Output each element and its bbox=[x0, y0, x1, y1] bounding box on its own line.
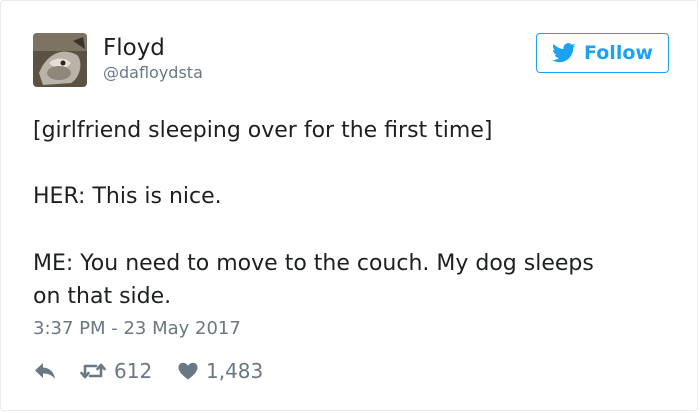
tweet-text-line: on that side. bbox=[33, 284, 172, 309]
tweet-card: Floyd @dafloydsta Follow [girlfriend sle… bbox=[0, 0, 698, 411]
follow-button-label: Follow bbox=[584, 42, 653, 64]
retweet-count: 612 bbox=[114, 359, 153, 383]
heart-icon bbox=[178, 362, 198, 380]
tweet-text-line: HER: This is nice. bbox=[33, 184, 222, 209]
twitter-bird-icon bbox=[552, 43, 576, 63]
like-button[interactable]: 1,483 bbox=[178, 357, 263, 385]
avatar[interactable] bbox=[33, 33, 87, 87]
retweet-button[interactable]: 612 bbox=[80, 357, 152, 385]
retweet-icon bbox=[80, 361, 106, 381]
reply-icon bbox=[34, 362, 56, 380]
display-name[interactable]: Floyd bbox=[103, 34, 165, 62]
follow-button[interactable]: Follow bbox=[536, 33, 669, 73]
like-count: 1,483 bbox=[206, 359, 264, 383]
tweet-text-line: [girlfriend sleeping over for the first … bbox=[33, 118, 493, 143]
reply-button[interactable] bbox=[34, 357, 56, 385]
tweet-text-line: ME: You need to move to the couch. My do… bbox=[33, 251, 594, 276]
tweet-timestamp[interactable]: 3:37 PM - 23 May 2017 bbox=[33, 317, 241, 341]
user-handle[interactable]: @dafloydsta bbox=[103, 63, 203, 83]
